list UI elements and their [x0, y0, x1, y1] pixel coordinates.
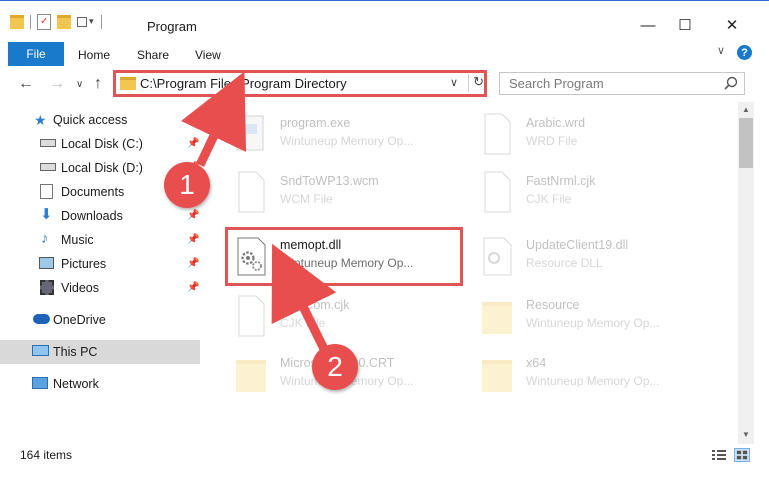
- annotation-badge-1: 1: [164, 162, 210, 208]
- status-bar: 164 items: [0, 444, 769, 478]
- item-count: 164 items: [20, 448, 73, 462]
- annotation-arrow-2: [271, 243, 337, 355]
- annotation-arrows: [181, 71, 337, 355]
- details-view-icon[interactable]: [711, 448, 727, 462]
- annotation-badge-2: 2: [312, 344, 358, 390]
- annotation-arrow-1: [181, 71, 247, 167]
- tiles-view-icon[interactable]: [734, 448, 750, 462]
